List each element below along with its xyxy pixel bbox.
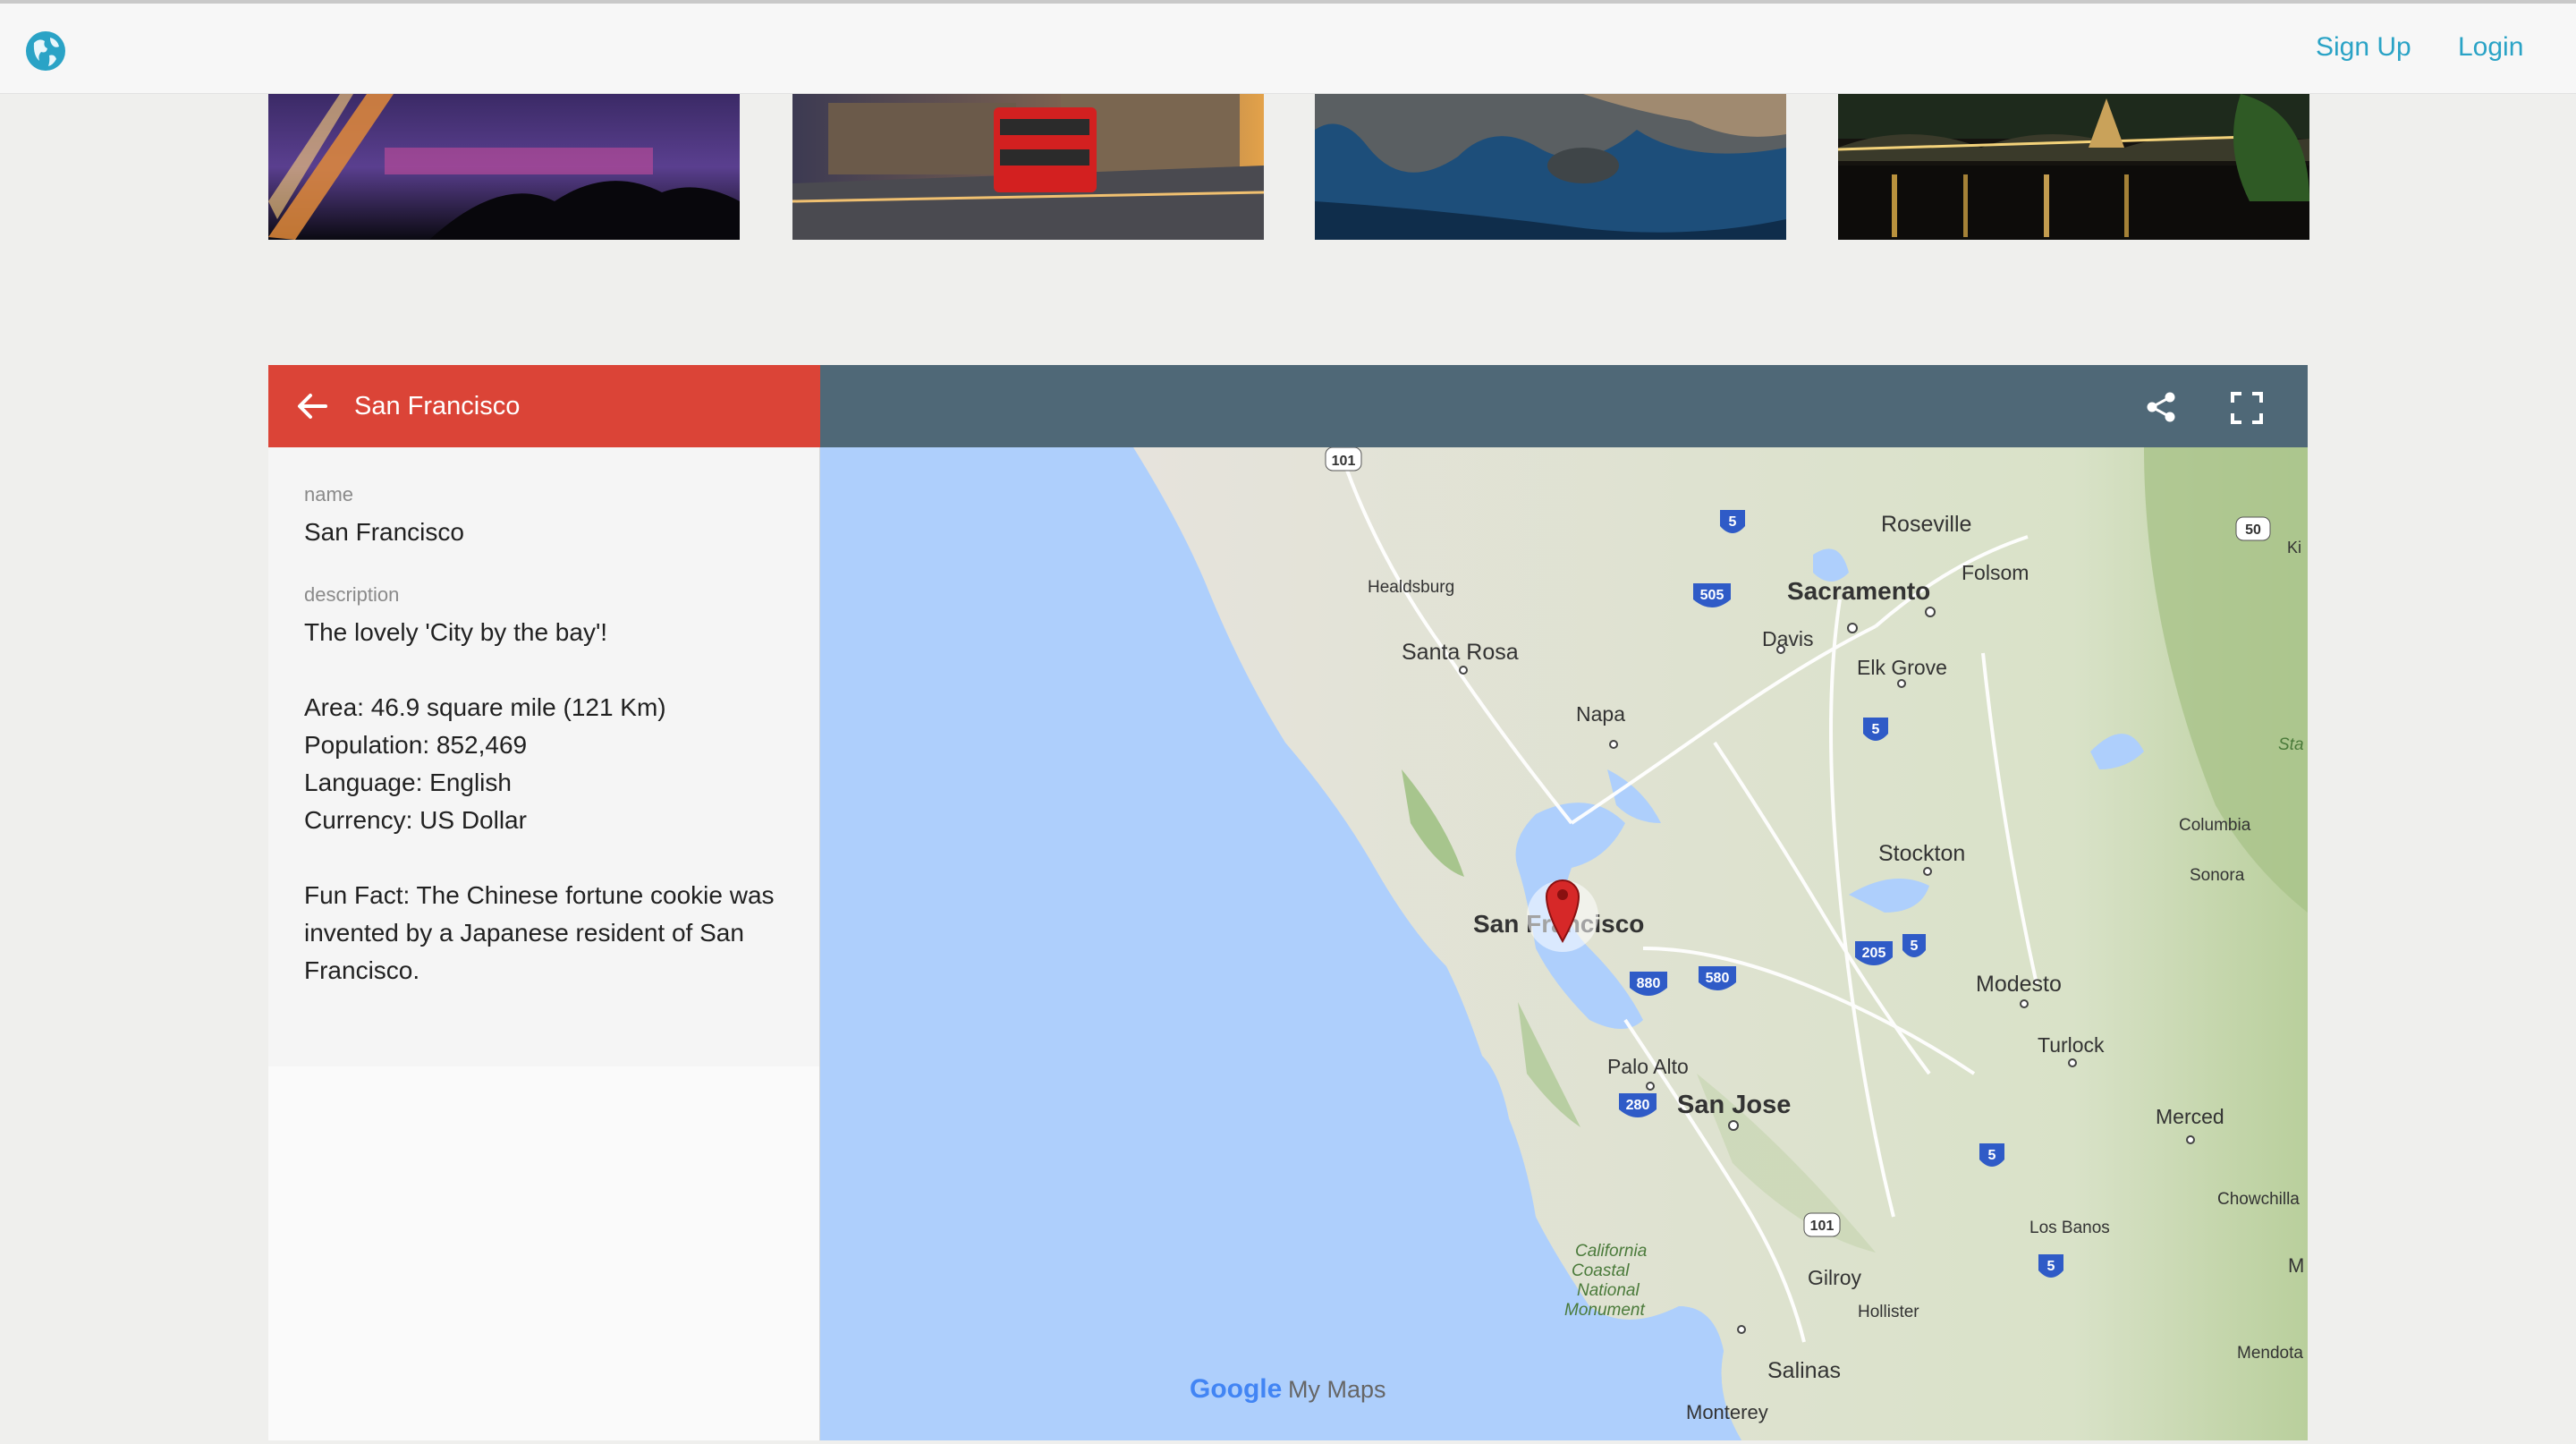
label-los-banos: Los Banos	[2029, 1219, 2110, 1237]
label-salinas: Salinas	[1767, 1358, 1841, 1383]
map-marker-icon[interactable]	[1527, 879, 1598, 952]
thumbnail-night-bridge[interactable]	[268, 94, 740, 240]
name-value: San Francisco	[304, 518, 464, 546]
shield-101-b: 101	[1810, 1219, 1835, 1234]
shield-205: 205	[1862, 946, 1886, 961]
label-palo-alto: Palo Alto	[1607, 1055, 1689, 1078]
map-toolbar	[820, 365, 2308, 447]
label-mendota: Mendota	[2237, 1344, 2303, 1363]
shield-5-b: 5	[1872, 722, 1880, 737]
label-merced: Merced	[2156, 1105, 2224, 1128]
shield-5-e: 5	[2047, 1259, 2055, 1274]
share-icon[interactable]	[2144, 390, 2178, 424]
label-davis: Davis	[1762, 627, 1814, 650]
shield-505: 505	[1700, 588, 1724, 603]
label-napa: Napa	[1576, 702, 1625, 726]
label-kings: Ki	[2287, 539, 2301, 556]
label-modesto: Modesto	[1976, 972, 2062, 997]
description-label: description	[304, 583, 400, 606]
signup-link[interactable]: Sign Up	[2316, 32, 2411, 63]
label-california-coastal: California Coastal National Monument	[1564, 1242, 1647, 1320]
label-columbia: Columbia	[2179, 816, 2251, 835]
thumbnail-paris-bridge[interactable]	[1838, 94, 2309, 240]
shield-280: 280	[1626, 1098, 1650, 1113]
label-stockton: Stockton	[1878, 841, 1965, 866]
thumbnail-london-bus[interactable]	[792, 94, 1264, 240]
google-logo: Google	[1190, 1374, 1282, 1404]
fun-fact-line-2: invented by a Japanese resident of San	[304, 919, 744, 947]
fun-fact-line-3: Francisco.	[304, 956, 420, 984]
shield-5-a: 5	[1729, 514, 1737, 530]
back-arrow-icon[interactable]	[293, 388, 329, 424]
name-label: name	[304, 483, 354, 505]
label-sacramento: Sacramento	[1787, 577, 1930, 605]
description-population: Population: 852,469	[304, 731, 528, 759]
label-roseville: Roseville	[1881, 512, 1971, 537]
my-maps-label: My Maps	[1288, 1376, 1386, 1403]
label-monterey: Monterey	[1686, 1401, 1768, 1423]
top-navbar: Sign Up Login	[0, 4, 2576, 94]
label-sonora: Sonora	[2190, 866, 2245, 885]
shield-50: 50	[2245, 522, 2261, 538]
shield-101-top: 101	[1332, 454, 1356, 469]
shield-580: 580	[1706, 971, 1730, 986]
map-view[interactable]: 101 5 505 50 5 205 5 880 580 280 5 101 5…	[820, 447, 2308, 1440]
label-san-jose: San Jose	[1677, 1091, 1791, 1119]
login-link[interactable]: Login	[2458, 32, 2523, 63]
thumbnail-coast[interactable]	[1315, 94, 1786, 240]
description-language: Language: English	[304, 769, 512, 796]
label-folsom: Folsom	[1962, 561, 2029, 584]
details-panel-empty	[268, 1066, 820, 1440]
description-tagline: The lovely 'City by the bay'!	[304, 618, 608, 646]
label-hollister: Hollister	[1858, 1303, 1919, 1321]
shield-5-c: 5	[1911, 939, 1919, 954]
description-area: Area: 46.9 square mile (121 Km)	[304, 693, 666, 721]
fun-fact-line-1: Fun Fact: The Chinese fortune cookie was	[304, 881, 775, 909]
label-stanislaus: Sta Natio	[2278, 735, 2308, 754]
panel-title: San Francisco	[354, 392, 521, 420]
label-santa-rosa: Santa Rosa	[1402, 640, 1519, 665]
fullscreen-icon[interactable]	[2229, 390, 2265, 426]
shield-880: 880	[1637, 976, 1661, 991]
details-panel: name San Francisco description The lovel…	[268, 447, 820, 1066]
label-turlock: Turlock	[2038, 1033, 2105, 1057]
detail-panel-header: San Francisco	[268, 365, 820, 447]
description-currency: Currency: US Dollar	[304, 806, 527, 834]
globe-icon[interactable]	[25, 30, 66, 72]
label-chowchilla: Chowchilla	[2217, 1190, 2300, 1209]
label-healdsburg: Healdsburg	[1368, 578, 1454, 597]
label-gilroy: Gilroy	[1808, 1266, 1862, 1289]
label-elk-grove: Elk Grove	[1857, 656, 1947, 679]
label-m: M	[2288, 1254, 2304, 1277]
shield-5-d: 5	[1988, 1148, 1996, 1163]
